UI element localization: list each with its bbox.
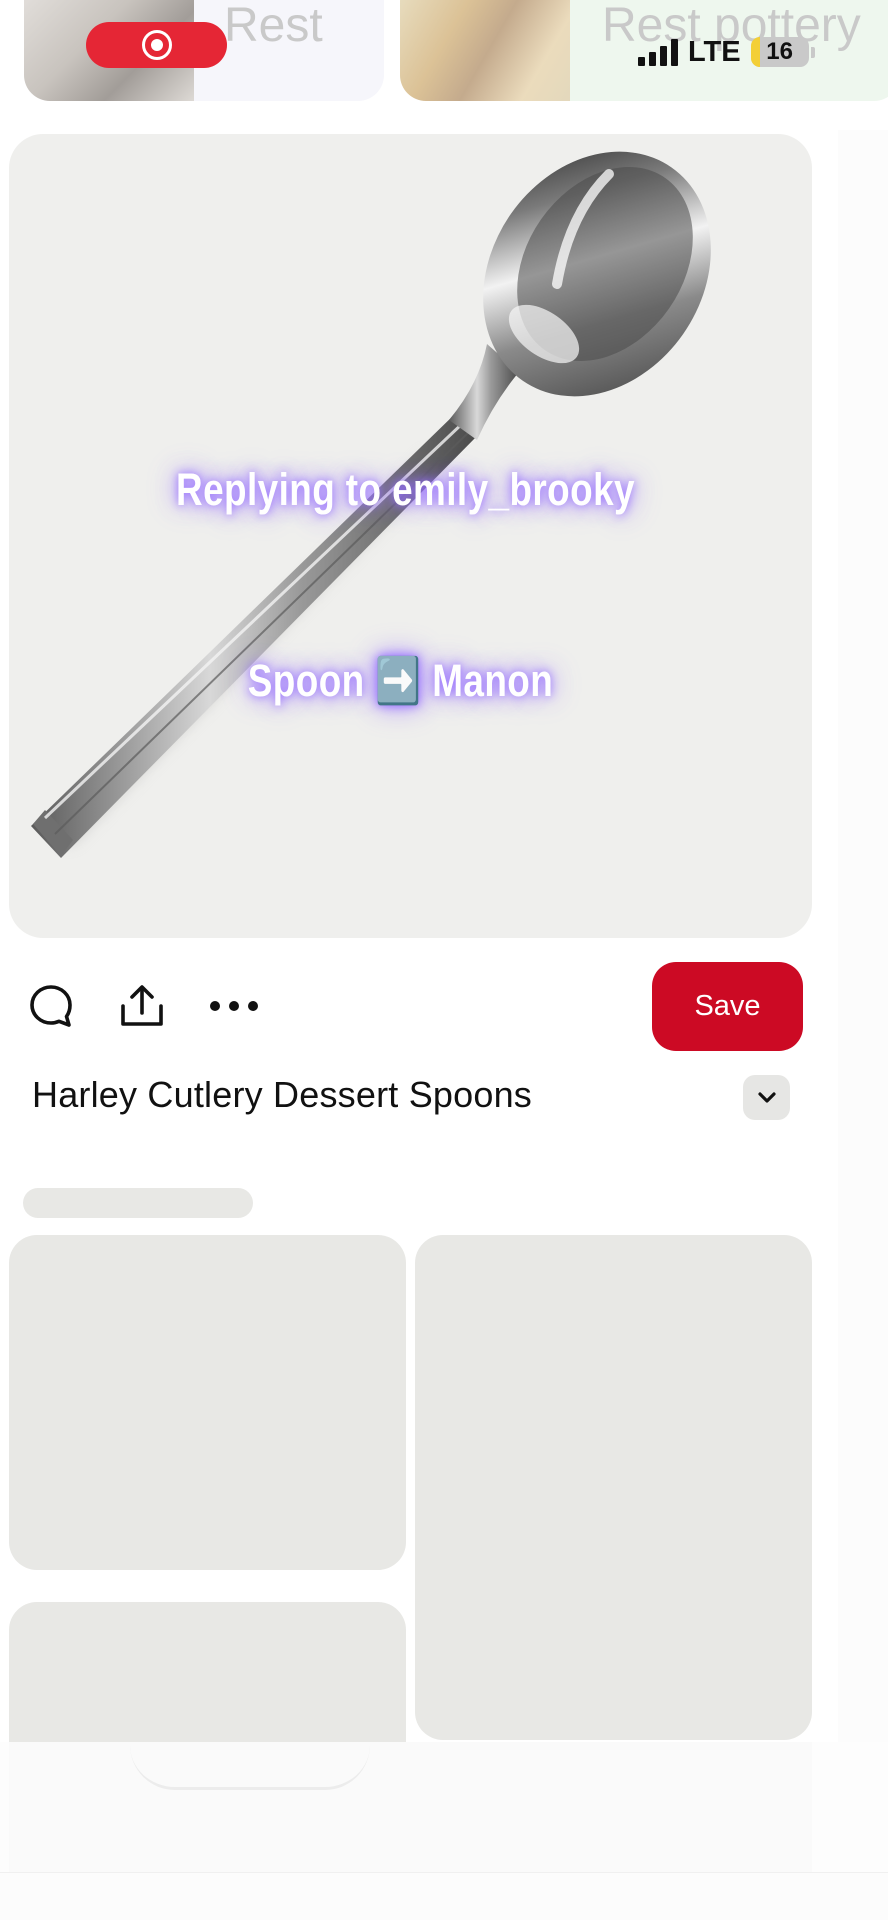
loading-placeholder bbox=[9, 1602, 406, 1742]
bottom-navigation bbox=[0, 1872, 888, 1920]
loading-placeholder bbox=[9, 1742, 812, 1872]
more-icon[interactable] bbox=[208, 980, 260, 1032]
screen-recording-indicator[interactable] bbox=[86, 22, 227, 68]
loading-placeholder bbox=[23, 1188, 253, 1218]
battery-level: 16 bbox=[766, 38, 793, 65]
battery-icon: 16 bbox=[750, 37, 815, 67]
loading-placeholder bbox=[415, 1235, 812, 1740]
pin-image[interactable]: Replying to emily_brooky Spoon ➡️ Manon bbox=[9, 134, 812, 938]
loading-placeholder bbox=[9, 1235, 406, 1570]
reply-caption: Replying to emily_brooky bbox=[176, 464, 635, 515]
reply-caption: Spoon ➡️ Manon bbox=[247, 655, 554, 706]
bowl-icon bbox=[130, 1745, 370, 1790]
network-type: LTE bbox=[688, 35, 741, 68]
chevron-down-icon[interactable] bbox=[743, 1075, 790, 1120]
adjacent-pin-peek bbox=[838, 130, 888, 1830]
signal-icon bbox=[638, 38, 678, 66]
pin-title: Harley Cutlery Dessert Spoons bbox=[32, 1074, 532, 1115]
share-icon[interactable] bbox=[116, 980, 168, 1032]
status-bar: LTE 16 bbox=[638, 34, 815, 70]
comment-icon[interactable] bbox=[25, 980, 77, 1032]
related-pin-thumbnail bbox=[400, 0, 570, 101]
save-button[interactable]: Save bbox=[652, 962, 803, 1051]
spoon-image bbox=[31, 151, 711, 858]
related-pin-label: Rest bbox=[224, 0, 323, 52]
record-icon bbox=[141, 30, 172, 60]
